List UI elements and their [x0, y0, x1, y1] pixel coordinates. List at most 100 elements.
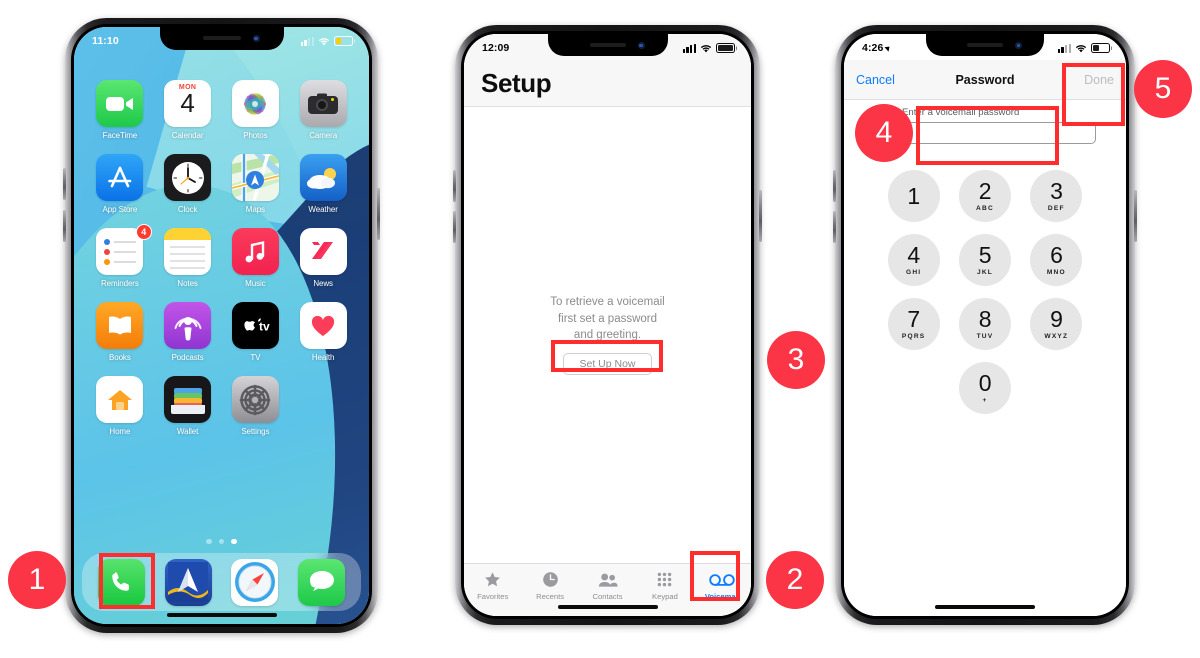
phone-home-screen: 11:10 FaceTime MON 4 Calendar Photos Cam… — [63, 18, 380, 633]
app-icon-health[interactable]: Health — [289, 302, 357, 362]
app-icon-grid: FaceTime MON 4 Calendar Photos Camera Ap… — [74, 80, 369, 436]
contacts-icon — [598, 569, 618, 590]
key-2[interactable]: 2 ABC — [958, 170, 1011, 222]
app-icon-music[interactable]: Music — [222, 228, 290, 288]
key-number: 9 — [1050, 306, 1063, 332]
key-letters: PQRS — [901, 333, 926, 340]
tab-label: Keypad — [652, 592, 678, 601]
volume-down-button[interactable] — [453, 211, 456, 243]
home-indicator — [166, 613, 277, 617]
notch — [159, 27, 284, 50]
volume-up-button[interactable] — [453, 170, 456, 202]
key-3[interactable]: 3 DEF — [1030, 170, 1083, 222]
volume-down-button[interactable] — [63, 210, 66, 242]
app-icon-appstore[interactable]: App Store — [86, 154, 154, 214]
app-icon-news[interactable]: News — [289, 228, 357, 288]
calendar-day-number: 4 — [180, 88, 195, 118]
key-letters: WXYZ — [1044, 333, 1069, 340]
app-icon-settings[interactable]: Settings — [222, 376, 290, 436]
app-label: FaceTime — [102, 131, 138, 140]
status-time: 4:26 — [862, 42, 884, 54]
battery-low-icon — [1091, 43, 1110, 53]
key-letters: MNO — [1046, 269, 1066, 276]
volume-up-button[interactable] — [63, 168, 66, 200]
app-label: Notes — [177, 279, 198, 288]
app-label: Podcasts — [171, 353, 204, 362]
key-number: 5 — [978, 242, 992, 268]
app-label: Wallet — [176, 427, 199, 436]
key-number: 8 — [978, 306, 992, 332]
dock-icon-messages[interactable] — [298, 558, 346, 606]
key-letters: + — [982, 397, 988, 404]
key-letters: TUV — [976, 333, 994, 340]
svg-text:tv: tv — [259, 319, 270, 333]
highlight-done-button — [1062, 63, 1125, 126]
app-icon-podcasts[interactable]: Podcasts — [154, 302, 222, 362]
app-label: Health — [311, 353, 335, 362]
page-indicator-dots — [74, 538, 369, 544]
key-6[interactable]: 6 MNO — [1030, 234, 1083, 286]
cellular-bars-icon — [1057, 43, 1071, 53]
key-number: 6 — [1050, 242, 1063, 268]
tab-favorites[interactable]: Favorites — [464, 569, 521, 601]
phone-bezel: 11:10 FaceTime MON 4 Calendar Photos Cam… — [71, 24, 372, 627]
voicemail-message: To retrieve a voicemail first set a pass… — [550, 294, 664, 345]
phone-voicemail-setup: Setup To retrieve a voicemail first set … — [453, 25, 762, 625]
key-4[interactable]: 4 GHI — [887, 234, 940, 286]
volume-down-button[interactable] — [833, 211, 836, 243]
app-icon-wallet[interactable]: Wallet — [154, 376, 222, 436]
power-button[interactable] — [377, 188, 380, 240]
app-icon-appletv[interactable]: tv TV — [222, 302, 290, 362]
app-icon-notes[interactable]: Notes — [154, 228, 222, 288]
app-label: Reminders — [100, 279, 139, 288]
step-badge-5: 5 — [1134, 60, 1192, 118]
key-7[interactable]: 7 PQRS — [887, 298, 940, 350]
app-label: Clock — [177, 205, 198, 214]
tab-contacts[interactable]: Contacts — [579, 569, 636, 601]
notch — [926, 34, 1044, 56]
step-badge-4: 4 — [855, 104, 913, 162]
battery-full-icon — [716, 43, 735, 53]
app-icon-weather[interactable]: Weather — [289, 154, 357, 214]
dock-icon-sparrow[interactable] — [164, 558, 212, 606]
app-icon-photos[interactable]: Photos — [222, 80, 290, 140]
app-icon-facetime[interactable]: FaceTime — [86, 80, 154, 140]
power-button[interactable] — [1134, 190, 1137, 242]
message-line: first set a password — [557, 312, 658, 325]
app-icon-camera[interactable]: Camera — [289, 80, 357, 140]
tutorial-screenshot: 11:10 FaceTime MON 4 Calendar Photos Cam… — [0, 0, 1200, 658]
key-1[interactable]: 1 — [887, 170, 940, 222]
key-8[interactable]: 8 TUV — [958, 298, 1011, 350]
highlight-set-up-now-button — [551, 340, 663, 372]
app-icon-clock[interactable]: Clock — [154, 154, 222, 214]
step-badge-1: 1 — [8, 551, 66, 609]
phone-bezel: Setup To retrieve a voicemail first set … — [461, 31, 754, 619]
message-line: To retrieve a voicemail — [550, 295, 665, 308]
key-0[interactable]: 0 + — [958, 362, 1011, 414]
clock-icon — [542, 569, 559, 590]
key-number: 7 — [907, 306, 920, 332]
tab-recents[interactable]: Recents — [521, 569, 578, 601]
power-button[interactable] — [759, 190, 762, 242]
tab-keypad[interactable]: Keypad — [636, 569, 693, 601]
key-number: 2 — [978, 178, 992, 204]
home-indicator — [557, 605, 658, 609]
app-icon-home[interactable]: Home — [86, 376, 154, 436]
key-5[interactable]: 5 JKL — [958, 234, 1011, 286]
app-label: Photos — [243, 131, 268, 140]
notification-badge: 4 — [135, 224, 152, 240]
key-9[interactable]: 9 WXYZ — [1030, 298, 1083, 350]
location-arrow-icon — [884, 44, 892, 52]
wifi-icon — [1075, 44, 1087, 53]
key-letters: DEF — [1047, 205, 1065, 212]
volume-up-button[interactable] — [833, 170, 836, 202]
app-icon-calendar[interactable]: MON 4 Calendar — [154, 80, 222, 140]
star-icon — [484, 569, 501, 590]
app-icon-reminders[interactable]: 4 Reminders — [86, 224, 154, 288]
numeric-keypad: 1 2 ABC 3 DEF 4 GHI 5 JKL 6 MNO 7 PQRS 8 TUV 9W… — [844, 170, 1126, 414]
phone-screen: Setup To retrieve a voicemail first set … — [464, 34, 751, 616]
dock-icon-safari[interactable] — [231, 558, 279, 606]
app-label: Calendar — [171, 131, 204, 140]
app-icon-maps[interactable]: Maps — [222, 154, 290, 214]
app-icon-books[interactable]: Books — [86, 302, 154, 362]
